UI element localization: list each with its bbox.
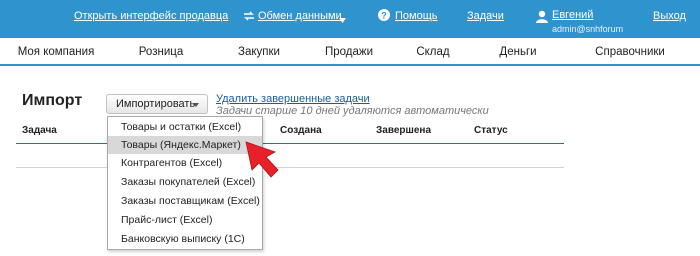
tab-warehouse[interactable]: Склад xyxy=(398,38,468,66)
tasks-link[interactable]: Задачи xyxy=(467,10,504,22)
tab-purchases[interactable]: Закупки xyxy=(218,38,300,66)
logout-link[interactable]: Выход xyxy=(653,10,686,22)
pointer-arrow-icon xyxy=(245,141,279,178)
menu-item-supplier-orders-excel[interactable]: Заказы поставщикам (Excel) xyxy=(108,192,262,210)
table-header-divider xyxy=(16,143,564,144)
tab-sales[interactable]: Продажи xyxy=(308,38,390,66)
svg-text:?: ? xyxy=(381,11,387,21)
menu-item-customer-orders-excel[interactable]: Заказы покупателей (Excel) xyxy=(108,173,262,191)
column-header-task[interactable]: Задача xyxy=(22,125,57,136)
menu-item-goods-yandex-market[interactable]: Товары (Яндекс.Маркет) xyxy=(108,136,262,154)
import-dropdown-menu: Товары и остатки (Excel) Товары (Яндекс.… xyxy=(107,116,263,250)
column-header-created[interactable]: Создана xyxy=(280,125,322,136)
column-header-completed[interactable]: Завершена xyxy=(376,125,431,136)
menu-item-goods-stock-excel[interactable]: Товары и остатки (Excel) xyxy=(108,118,262,136)
user-icon xyxy=(536,10,548,26)
tab-money[interactable]: Деньги xyxy=(476,38,560,66)
help-link[interactable]: Помощь xyxy=(395,10,438,22)
tab-retail[interactable]: Розница xyxy=(112,38,210,66)
menu-item-bank-statement-1c[interactable]: Банковскую выписку (1С) xyxy=(108,230,262,248)
delete-completed-link[interactable]: Удалить завершенные задачи xyxy=(216,93,370,105)
tab-strip-line xyxy=(0,64,700,66)
menu-item-counterparties-excel[interactable]: Контрагентов (Excel) xyxy=(108,154,262,172)
top-header: Открыть интерфейс продавца Обмен данными… xyxy=(0,0,700,38)
caret-down-icon xyxy=(193,103,199,107)
seller-interface-link[interactable]: Открыть интерфейс продавца xyxy=(74,10,228,22)
tab-directories[interactable]: Справочники xyxy=(568,38,692,66)
table-row-divider xyxy=(16,167,564,168)
help-icon[interactable]: ? xyxy=(378,9,390,24)
exchange-icon[interactable] xyxy=(244,11,254,24)
import-button-label: Импортировать xyxy=(116,98,196,110)
column-header-status[interactable]: Статус xyxy=(474,125,508,136)
user-name-link[interactable]: Евгений xyxy=(552,9,593,21)
page-title: Импорт xyxy=(22,92,83,109)
data-exchange-menu[interactable]: Обмен данными xyxy=(258,10,342,22)
menu-item-price-list-excel[interactable]: Прайс-лист (Excel) xyxy=(108,211,262,229)
user-email: admin@snhforum xyxy=(552,24,624,34)
chevron-down-icon[interactable] xyxy=(339,14,346,26)
tab-my-company[interactable]: Моя компания xyxy=(8,38,104,66)
import-button[interactable]: Импортировать xyxy=(106,94,208,114)
